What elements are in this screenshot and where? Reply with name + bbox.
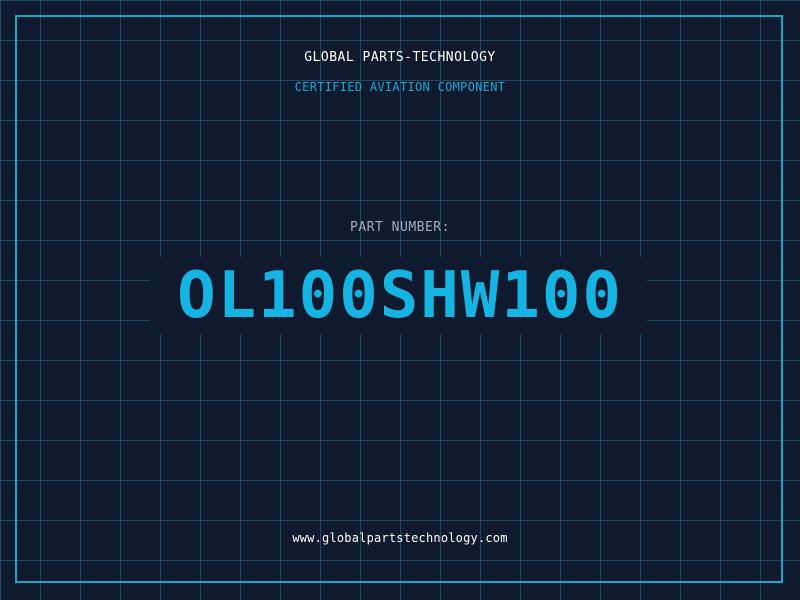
website-url: www.globalpartstechnology.com — [292, 531, 508, 545]
part-number-label: PART NUMBER: — [350, 220, 450, 235]
component-subtitle: CERTIFIED AVIATION COMPONENT — [294, 80, 506, 94]
part-number-value: OL100SHW100 — [177, 259, 623, 333]
company-name: GLOBAL PARTS-TECHNOLOGY — [304, 50, 496, 65]
